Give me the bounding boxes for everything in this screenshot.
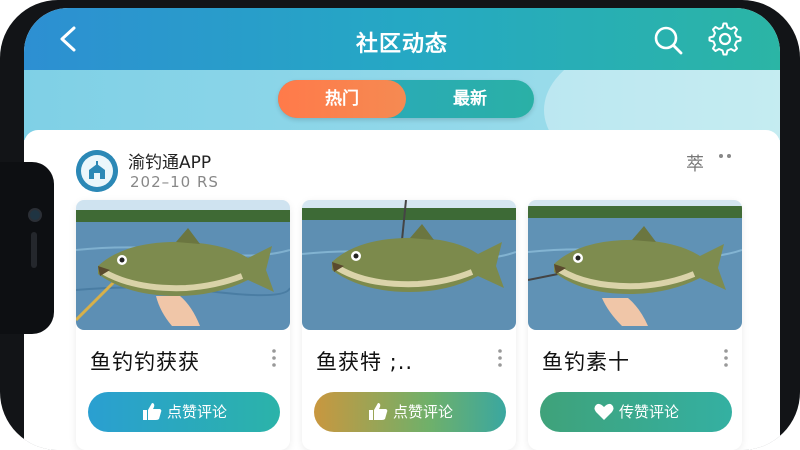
more-dots-icon[interactable] xyxy=(718,152,732,160)
post-more-label[interactable]: 萃 xyxy=(686,150,704,176)
phone-frame: 社区动态 热门 最新 渝钓通APP 202–10 RS 萃 鱼钓钓获获 点赞评论… xyxy=(0,0,800,450)
card-title: 鱼钓素十 xyxy=(542,350,630,374)
card-title: 鱼钓钓获获 xyxy=(90,350,200,374)
tab-switch: 热门 最新 xyxy=(278,80,534,118)
more-vertical-icon[interactable] xyxy=(724,348,728,368)
tab-latest[interactable]: 最新 xyxy=(406,80,534,118)
phone-notch xyxy=(0,162,54,334)
action-label: 传赞评论 xyxy=(618,403,679,421)
gear-icon[interactable] xyxy=(708,22,742,56)
post-card[interactable]: 鱼获特 ;.. 点赞评论 xyxy=(302,200,516,450)
fish-photo[interactable] xyxy=(76,200,290,330)
like-comment-button[interactable]: 点赞评论 xyxy=(314,392,506,432)
action-label: 点赞评论 xyxy=(166,403,227,421)
tab-hot[interactable]: 热门 xyxy=(278,80,406,118)
speaker-grille xyxy=(31,232,37,268)
thumbs-up-icon xyxy=(368,402,388,420)
thumbs-up-icon xyxy=(142,402,162,420)
post-author[interactable]: 渝钓通APP xyxy=(128,148,211,173)
feed-content: 渝钓通APP 202–10 RS 萃 鱼钓钓获获 点赞评论 鱼获特 ;.. 点赞… xyxy=(24,130,780,450)
card-title: 鱼获特 ;.. xyxy=(316,350,414,374)
more-vertical-icon[interactable] xyxy=(498,348,502,368)
like-comment-button[interactable]: 点赞评论 xyxy=(88,392,280,432)
search-icon[interactable] xyxy=(652,24,684,56)
action-label: 点赞评论 xyxy=(392,403,453,421)
camera-icon xyxy=(28,208,42,222)
post-meta: 202–10 RS xyxy=(130,173,219,191)
app-screen: 社区动态 热门 最新 渝钓通APP 202–10 RS 萃 鱼钓钓获获 点赞评论… xyxy=(24,8,780,450)
post-card[interactable]: 鱼钓素十 传赞评论 xyxy=(528,200,742,450)
heart-icon xyxy=(594,403,614,420)
like-comment-button[interactable]: 传赞评论 xyxy=(540,392,732,432)
fish-photo[interactable] xyxy=(528,200,742,330)
app-header: 社区动态 xyxy=(24,8,780,70)
post-card[interactable]: 鱼钓钓获获 点赞评论 xyxy=(76,200,290,450)
avatar[interactable] xyxy=(76,150,118,192)
more-vertical-icon[interactable] xyxy=(272,348,276,368)
fish-photo[interactable] xyxy=(302,200,516,330)
